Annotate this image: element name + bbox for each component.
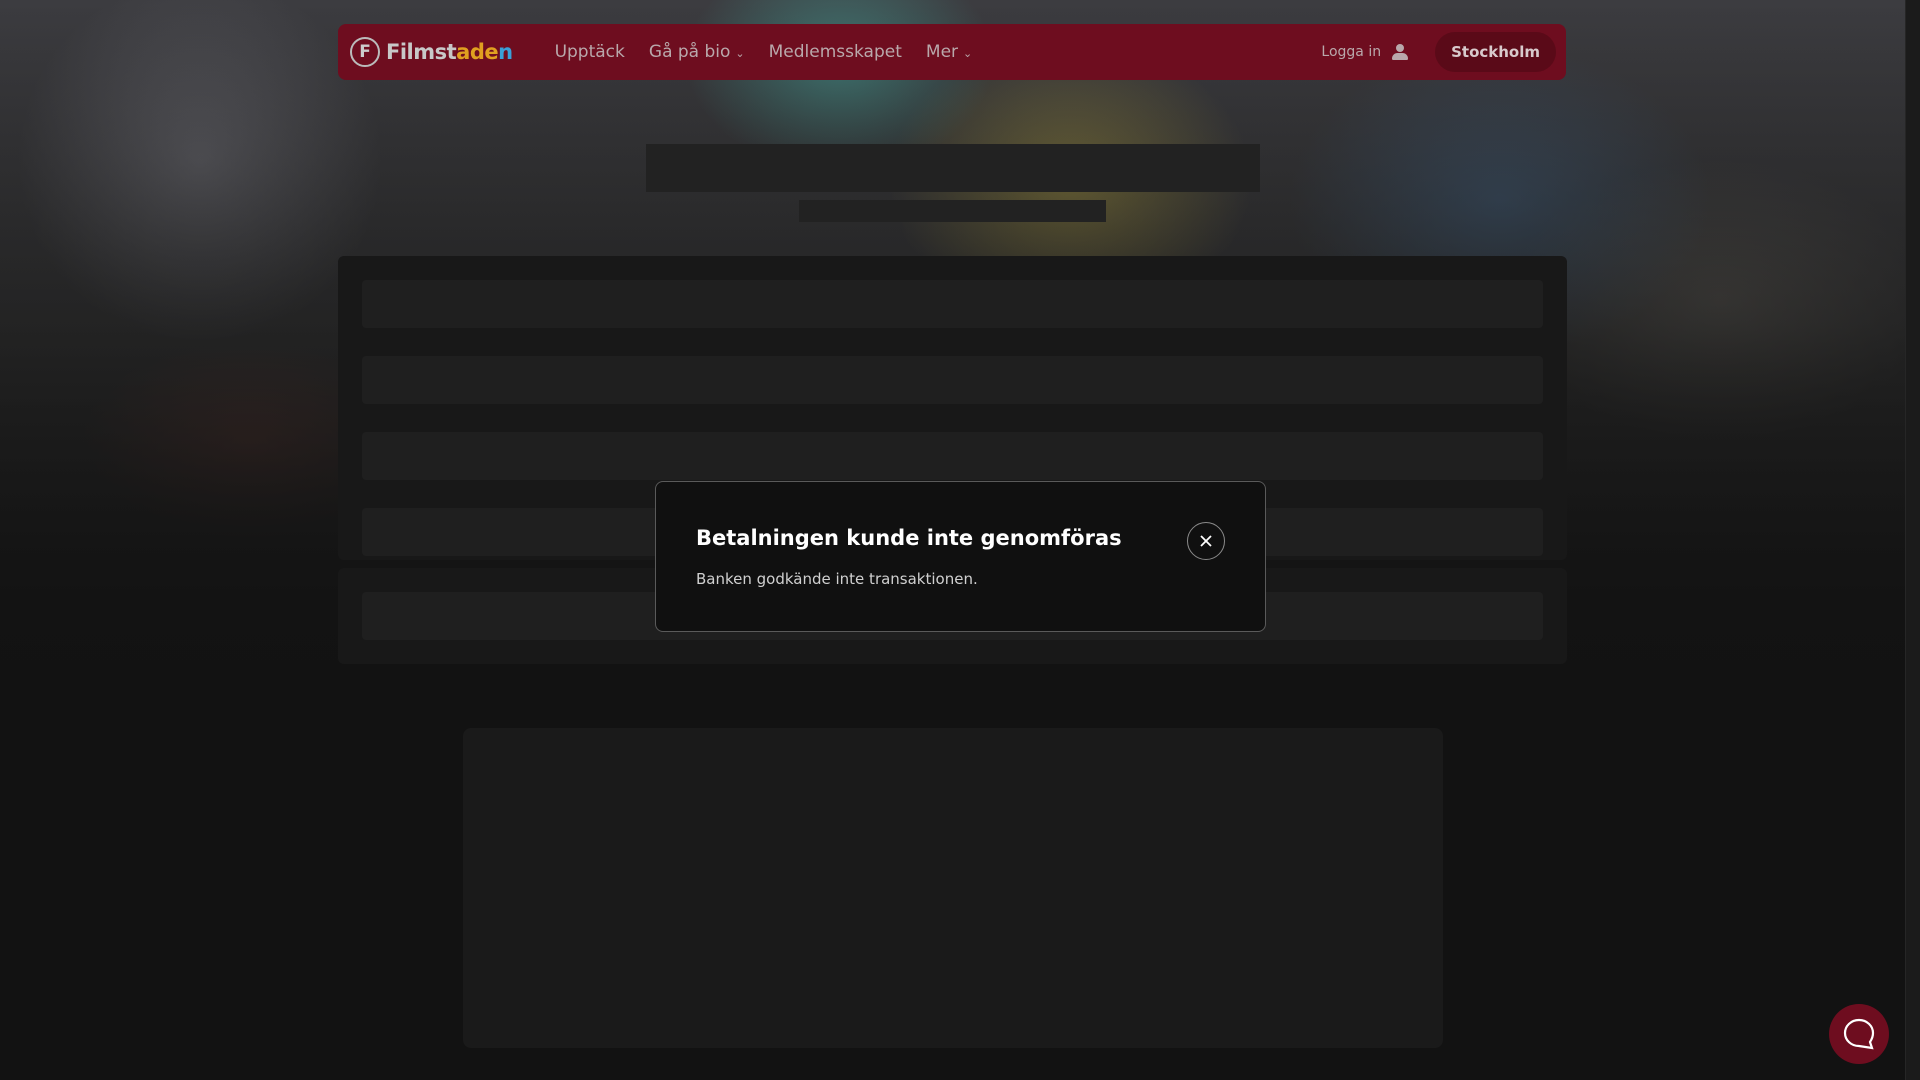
nav-right: Logga in Stockholm bbox=[1321, 32, 1566, 72]
row-skeleton bbox=[362, 432, 1543, 480]
title-skeleton bbox=[646, 144, 1260, 192]
nav-link-label: Upptäck bbox=[554, 42, 625, 62]
city-selector-button[interactable]: Stockholm bbox=[1435, 32, 1556, 72]
chat-button[interactable] bbox=[1829, 1004, 1889, 1064]
chat-icon bbox=[1843, 1018, 1875, 1050]
row-skeleton bbox=[362, 280, 1543, 328]
page-scrollbar[interactable] bbox=[1905, 0, 1920, 1080]
nav-link-label: Gå på bio bbox=[648, 42, 731, 62]
nav-links: Upptäck Gå på bio ⌄ Medlemsskapet Mer ⌄ bbox=[555, 42, 973, 62]
nav-link-ga-pa-bio[interactable]: Gå på bio ⌄ bbox=[649, 42, 745, 62]
chevron-down-icon: ⌄ bbox=[963, 46, 973, 60]
nav-link-medlemsskapet[interactable]: Medlemsskapet bbox=[769, 42, 902, 62]
payment-error-dialog: Betalningen kunde inte genomföras Banken… bbox=[655, 481, 1266, 632]
login-button[interactable]: Logga in bbox=[1321, 43, 1409, 61]
top-navbar: F Filmstaden Upptäck Gå på bio ⌄ Medlems… bbox=[338, 24, 1566, 80]
media-skeleton bbox=[463, 728, 1443, 1048]
dialog-title: Betalningen kunde inte genomföras bbox=[696, 526, 1122, 550]
nav-link-upptack[interactable]: Upptäck bbox=[555, 42, 625, 62]
subtitle-skeleton bbox=[799, 200, 1106, 222]
brand-logo[interactable]: F Filmstaden bbox=[350, 37, 513, 67]
user-icon bbox=[1391, 43, 1409, 61]
chevron-down-icon: ⌄ bbox=[735, 46, 745, 60]
logo-mark-icon: F bbox=[350, 37, 380, 67]
close-button[interactable] bbox=[1187, 522, 1225, 560]
login-label: Logga in bbox=[1321, 44, 1382, 60]
close-icon bbox=[1200, 535, 1212, 547]
row-skeleton bbox=[362, 356, 1543, 404]
nav-link-mer[interactable]: Mer ⌄ bbox=[926, 42, 972, 62]
logo-wordmark: Filmstaden bbox=[386, 40, 513, 64]
nav-link-label: Medlemsskapet bbox=[768, 42, 902, 62]
nav-link-label: Mer bbox=[925, 42, 959, 62]
dialog-message: Banken godkände inte transaktionen. bbox=[696, 570, 978, 588]
